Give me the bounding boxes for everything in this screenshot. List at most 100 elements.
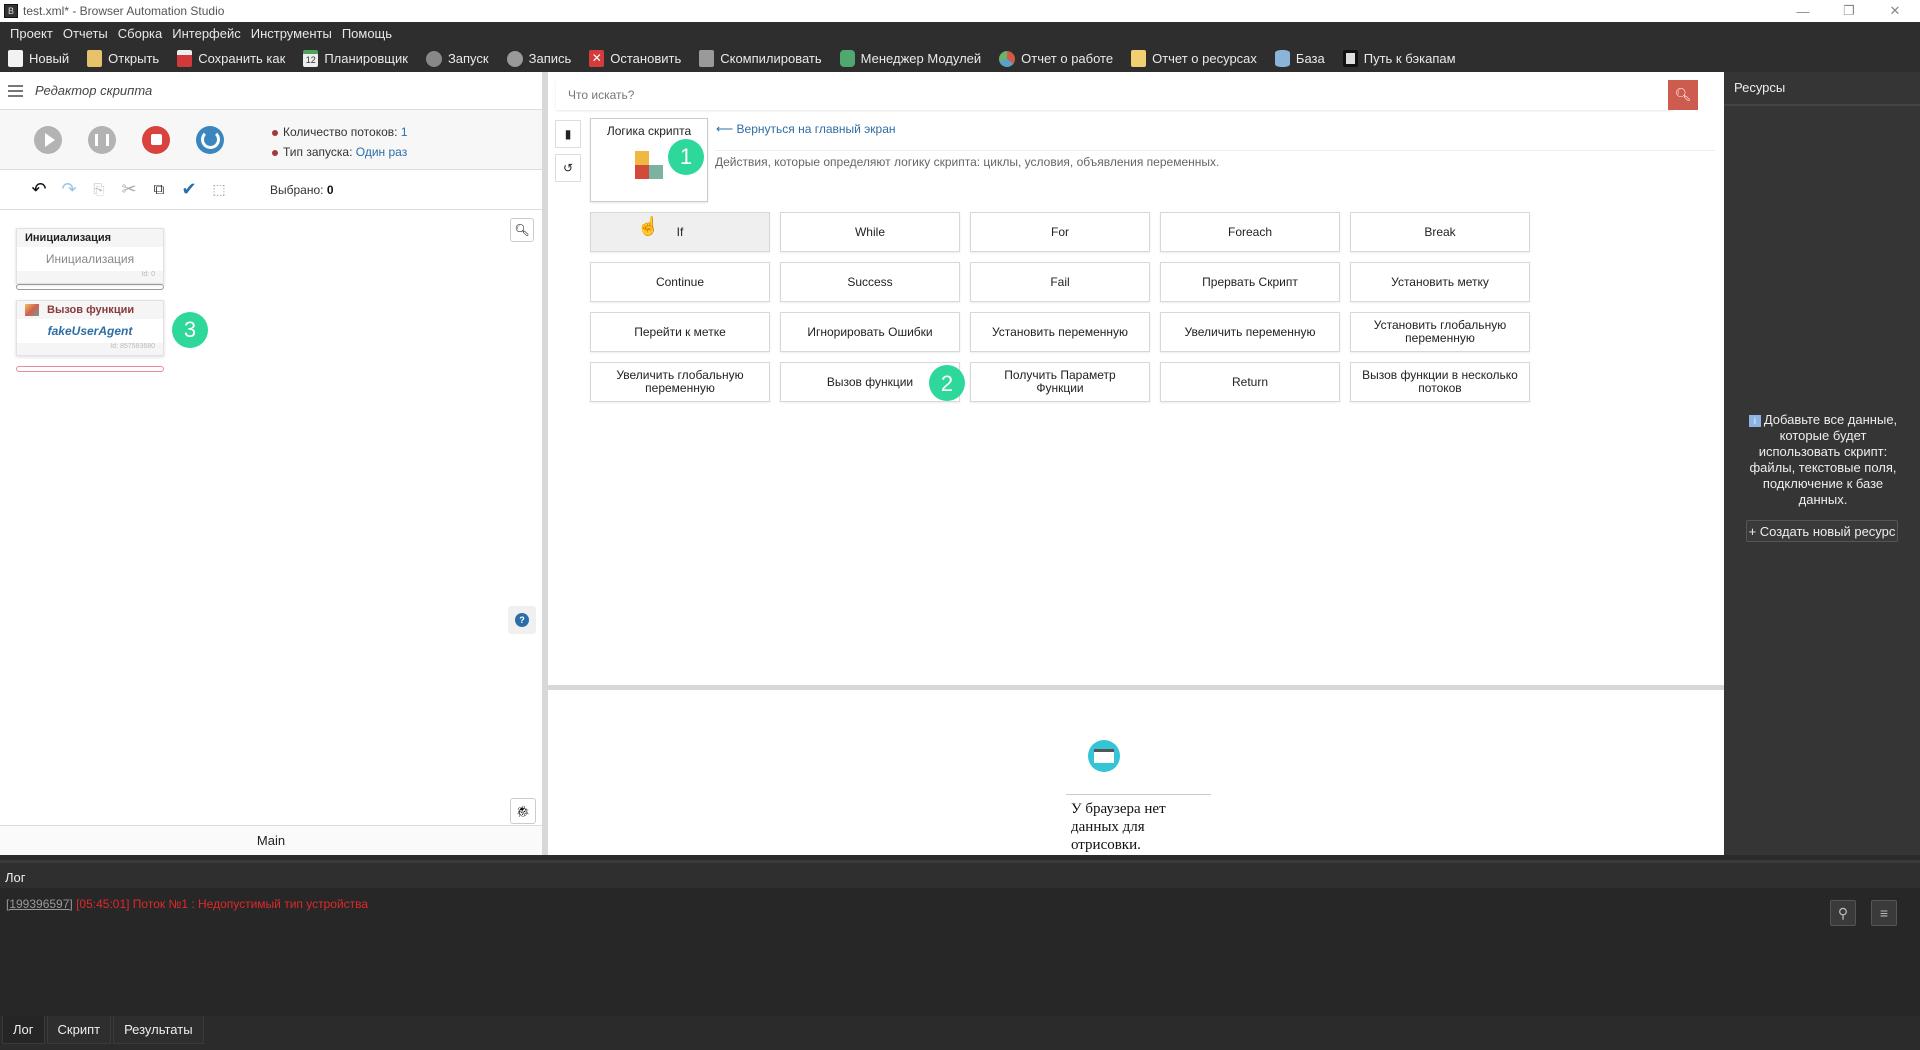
window-title: test.xml* - Browser Automation Studio bbox=[23, 4, 225, 18]
undo-icon[interactable]: ↶ bbox=[28, 179, 50, 200]
script-block-function-call[interactable]: Вызов функции fakeUserAgent Id: 85758368… bbox=[16, 300, 164, 356]
bookmark-icon[interactable]: ▮ bbox=[555, 120, 581, 148]
create-resource-button[interactable]: + Создать новый ресурс bbox=[1746, 520, 1898, 542]
run-type-value[interactable]: Один раз bbox=[356, 145, 407, 159]
minimize-button[interactable]: — bbox=[1780, 0, 1826, 22]
action-while[interactable]: While bbox=[780, 212, 960, 252]
log-entry-id[interactable]: [199396597] bbox=[6, 897, 73, 911]
log-entry-message: [05:45:01] Поток №1 : Недопустимый тип у… bbox=[76, 897, 369, 911]
search-icon[interactable]: 🔍︎ bbox=[1668, 80, 1698, 110]
module-manager-label: Менеджер Модулей bbox=[860, 51, 982, 66]
cut-icon[interactable]: ✂ bbox=[118, 179, 140, 200]
compile-button[interactable]: Скомпилировать bbox=[699, 50, 822, 67]
database-icon bbox=[1274, 50, 1290, 67]
info-icon: i bbox=[1748, 415, 1761, 427]
action-for[interactable]: For bbox=[970, 212, 1150, 252]
action-set-variable[interactable]: Установить переменную bbox=[970, 312, 1150, 352]
block-id: Id: 857583680 bbox=[17, 343, 163, 355]
browser-window-icon bbox=[1088, 740, 1120, 772]
menu-tools[interactable]: Инструменты bbox=[251, 26, 332, 41]
check-all-icon[interactable]: ✔ bbox=[178, 179, 200, 200]
save-as-button[interactable]: Сохранить как bbox=[177, 50, 285, 67]
redo-icon[interactable]: ↷ bbox=[58, 179, 80, 200]
new-button[interactable]: Новый bbox=[8, 50, 69, 67]
action-success[interactable]: Success bbox=[780, 262, 960, 302]
action-ignore-errors[interactable]: Игнорировать Ошибки bbox=[780, 312, 960, 352]
script-block-init[interactable]: Инициализация Инициализация Id: 0 bbox=[16, 228, 164, 284]
menu-project[interactable]: Проект bbox=[10, 26, 53, 41]
divider bbox=[1066, 794, 1211, 795]
scheduler-button[interactable]: 12 Планировщик bbox=[303, 50, 408, 67]
history-icon[interactable]: ↺ bbox=[555, 154, 581, 182]
tab-log[interactable]: Лог bbox=[2, 1016, 45, 1044]
action-increase-variable[interactable]: Увеличить переменную bbox=[1160, 312, 1340, 352]
script-canvas[interactable]: 🔍︎ Инициализация Инициализация Id: 0 Выз… bbox=[0, 210, 542, 824]
help-icon: ? bbox=[515, 613, 529, 627]
action-break[interactable]: Break bbox=[1350, 212, 1530, 252]
menu-build[interactable]: Сборка bbox=[118, 26, 163, 41]
resource-report-button[interactable]: Отчет о ресурсах bbox=[1131, 50, 1257, 67]
tab-script[interactable]: Скрипт bbox=[46, 1016, 112, 1044]
database-label: База bbox=[1295, 51, 1325, 66]
module-manager-button[interactable]: Менеджер Модулей bbox=[839, 50, 982, 67]
tab-results[interactable]: Результаты bbox=[113, 1016, 204, 1044]
close-button[interactable]: ✕ bbox=[1872, 0, 1918, 22]
record-button[interactable]: Запись bbox=[506, 50, 572, 67]
record-label: Запись bbox=[528, 51, 572, 66]
action-continue[interactable]: Continue bbox=[590, 262, 770, 302]
preview-content: У браузера нет данных для отрисовки. bbox=[1066, 690, 1746, 855]
puzzle-icon bbox=[25, 304, 39, 316]
function-tab-main[interactable]: Main bbox=[0, 825, 542, 855]
restart-icon[interactable] bbox=[196, 125, 224, 154]
annotation-badge-1: 1 bbox=[668, 139, 704, 175]
block-connector[interactable] bbox=[16, 366, 164, 372]
open-button[interactable]: Открыть bbox=[87, 50, 159, 67]
threads-value[interactable]: 1 bbox=[401, 125, 408, 139]
stop-button[interactable]: ✕ Остановить bbox=[589, 50, 681, 67]
stop-script-icon[interactable] bbox=[142, 125, 170, 154]
log-menu-icon[interactable]: ≡ bbox=[1871, 900, 1897, 926]
action-goto-label[interactable]: Перейти к метке bbox=[590, 312, 770, 352]
restore-button[interactable]: ❐ bbox=[1826, 0, 1872, 22]
pause-icon[interactable] bbox=[88, 125, 116, 154]
action-increase-global-variable[interactable]: Увеличить глобальную переменную bbox=[590, 362, 770, 402]
scheduler-label: Планировщик bbox=[324, 51, 408, 66]
select-area-icon[interactable]: ⬚ bbox=[208, 180, 230, 200]
backup-path-button[interactable]: Путь к бэкапам bbox=[1342, 50, 1456, 67]
action-set-label[interactable]: Установить метку bbox=[1350, 262, 1530, 302]
action-get-function-parameter[interactable]: Получить Параметр Функции bbox=[970, 362, 1150, 402]
action-search-input[interactable]: Что искать? bbox=[556, 80, 1674, 110]
action-if[interactable]: ☝ If bbox=[590, 212, 770, 252]
block-connector[interactable] bbox=[16, 284, 164, 290]
menu-help[interactable]: Помощь bbox=[342, 26, 392, 41]
database-button[interactable]: База bbox=[1274, 50, 1325, 67]
action-fail[interactable]: Fail bbox=[970, 262, 1150, 302]
back-to-main-link[interactable]: ⟵ Вернуться на главный экран bbox=[716, 122, 896, 136]
play-icon[interactable] bbox=[34, 125, 62, 154]
run-button[interactable]: Запуск bbox=[425, 50, 489, 67]
menu-interface[interactable]: Интерфейс bbox=[172, 26, 240, 41]
app-icon: B bbox=[4, 4, 18, 18]
action-call-function[interactable]: Вызов функции 2 bbox=[780, 362, 965, 402]
stop-label: Остановить bbox=[610, 51, 682, 66]
menu-reports[interactable]: Отчеты bbox=[63, 26, 108, 41]
record-icon bbox=[506, 50, 523, 67]
canvas-search-icon[interactable]: 🔍︎ bbox=[510, 218, 534, 242]
log-search-icon[interactable]: ⚲ bbox=[1830, 900, 1856, 926]
run-icon bbox=[425, 50, 442, 67]
action-foreach[interactable]: Foreach bbox=[1160, 212, 1340, 252]
action-call-function-multithread[interactable]: Вызов функции в несколько потоков bbox=[1350, 362, 1530, 402]
block-body: Инициализация bbox=[45, 252, 135, 266]
resources-panel: Ресурсы i Добавьте все данные, которые бу… bbox=[1724, 72, 1920, 855]
action-abort-script[interactable]: Прервать Скрипт bbox=[1160, 262, 1340, 302]
action-return[interactable]: Return bbox=[1160, 362, 1340, 402]
hamburger-menu-icon[interactable] bbox=[8, 84, 23, 97]
copy-icon[interactable]: ⎘ bbox=[88, 180, 110, 200]
resources-info: i Добавьте все данные, которые будет испо… bbox=[1738, 412, 1908, 508]
bullet-icon bbox=[272, 149, 278, 156]
work-report-button[interactable]: Отчет о работе bbox=[999, 50, 1113, 67]
paste-icon[interactable]: ⧉ bbox=[148, 180, 170, 200]
debug-bug-icon[interactable]: 🐞︎ bbox=[510, 798, 536, 824]
action-set-global-variable[interactable]: Установить глобальную переменную bbox=[1350, 312, 1530, 352]
help-button[interactable]: ? bbox=[508, 606, 536, 634]
